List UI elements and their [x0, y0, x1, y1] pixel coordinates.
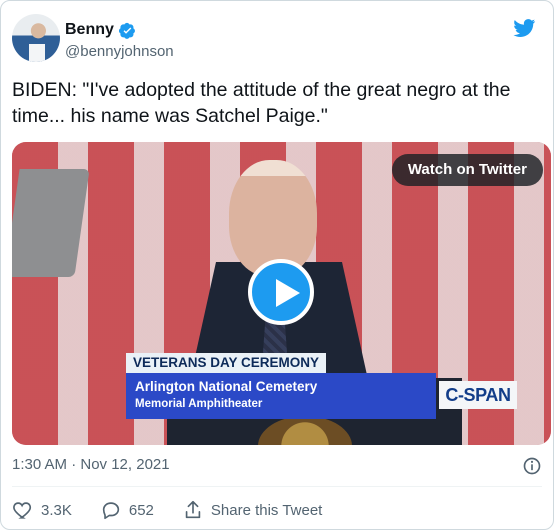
watch-on-twitter-button[interactable]: Watch on Twitter — [391, 154, 543, 186]
heart-icon[interactable] — [12, 499, 34, 521]
speaker-head — [229, 160, 317, 276]
twitter-bird-icon[interactable] — [512, 17, 537, 39]
author-name[interactable]: Benny — [65, 21, 114, 39]
reply-bubble-icon[interactable] — [100, 499, 122, 521]
divider — [12, 486, 542, 487]
like-action[interactable]: 3.3K — [12, 499, 72, 521]
avatar-shirt — [29, 44, 45, 62]
action-bar: 3.3K 652 Share this Tweet — [12, 499, 350, 521]
timestamp[interactable]: 1:30 AM · Nov 12, 2021 — [12, 456, 170, 473]
network-logo: C-SPAN — [439, 381, 517, 409]
banner-location: Arlington National Cemetery Memorial Amp… — [126, 373, 436, 419]
tweet-text: BIDEN: "I've adopted the attitude of the… — [12, 79, 511, 127]
reply-action[interactable]: 652 — [100, 499, 154, 521]
banner-line-1: Arlington National Cemetery — [135, 379, 318, 394]
banner-line-2: Memorial Amphitheater — [135, 398, 263, 410]
tweet-card: Benny @bennyjohnson BIDEN: "I've adopted… — [0, 0, 554, 530]
like-count: 3.3K — [41, 501, 72, 519]
share-icon[interactable] — [182, 499, 204, 521]
author-row: Benny — [65, 21, 136, 39]
reply-count: 652 — [128, 501, 154, 519]
info-icon[interactable] — [522, 456, 542, 476]
timestamp-text[interactable]: 1:30 AM · Nov 12, 2021 — [12, 456, 170, 473]
author-handle[interactable]: @bennyjohnson — [65, 43, 174, 60]
video-player[interactable]: Watch on Twitter VETERANS DAY CEREMONY A… — [12, 142, 551, 445]
avatar[interactable] — [12, 14, 60, 62]
share-action[interactable]: Share this Tweet — [182, 499, 322, 521]
verified-badge-icon — [118, 22, 135, 39]
banner-title: VETERANS DAY CEREMONY — [126, 353, 327, 373]
share-label[interactable]: Share this Tweet — [211, 502, 322, 519]
play-icon[interactable] — [248, 259, 314, 325]
